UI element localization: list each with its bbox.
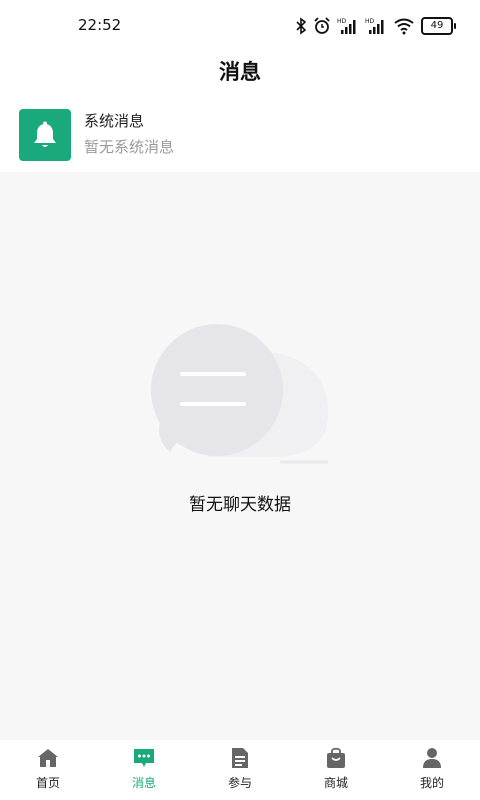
tab-participate[interactable]: 参与 bbox=[192, 740, 288, 800]
svg-text:HD: HD bbox=[337, 18, 347, 25]
header: 消息 bbox=[0, 52, 480, 92]
system-message-title: 系统消息 bbox=[84, 112, 145, 130]
tab-label: 首页 bbox=[35, 776, 60, 790]
status-bar: 22:52 HD HD 49 bbox=[0, 0, 480, 52]
system-message-subtitle: 暂无系统消息 bbox=[84, 138, 175, 156]
alarm-icon bbox=[313, 17, 331, 35]
tab-label: 商城 bbox=[323, 776, 348, 790]
signal-hd-icon: HD bbox=[365, 17, 387, 35]
signal-hd-icon: HD bbox=[337, 17, 359, 35]
user-icon bbox=[420, 746, 444, 770]
battery-icon: 49 bbox=[421, 17, 456, 35]
tab-label: 我的 bbox=[419, 776, 444, 790]
shopping-bag-icon bbox=[324, 746, 348, 770]
tab-mall[interactable]: 商城 bbox=[288, 740, 384, 800]
message-icon bbox=[132, 746, 156, 770]
chat-bubble-icon bbox=[150, 322, 330, 476]
svg-text:HD: HD bbox=[365, 18, 375, 25]
home-icon bbox=[36, 746, 60, 770]
system-message-row[interactable]: 系统消息 暂无系统消息 bbox=[0, 92, 480, 172]
empty-state: 暂无聊天数据 bbox=[0, 172, 480, 732]
status-time: 22:52 bbox=[78, 16, 122, 34]
bluetooth-icon bbox=[295, 17, 307, 35]
bottom-tab-bar: 首页 消息 参与 商城 我的 bbox=[0, 740, 480, 800]
status-icons: HD HD 49 bbox=[295, 14, 456, 38]
tab-label: 消息 bbox=[131, 776, 156, 790]
bell-icon bbox=[19, 109, 71, 161]
battery-level: 49 bbox=[421, 17, 453, 35]
document-icon bbox=[228, 746, 252, 770]
wifi-icon bbox=[393, 17, 415, 35]
empty-state-text: 暂无聊天数据 bbox=[189, 495, 291, 515]
tab-messages[interactable]: 消息 bbox=[96, 740, 192, 800]
page-title: 消息 bbox=[219, 60, 261, 84]
tab-home[interactable]: 首页 bbox=[0, 740, 96, 800]
tab-label: 参与 bbox=[227, 776, 252, 790]
tab-me[interactable]: 我的 bbox=[384, 740, 480, 800]
